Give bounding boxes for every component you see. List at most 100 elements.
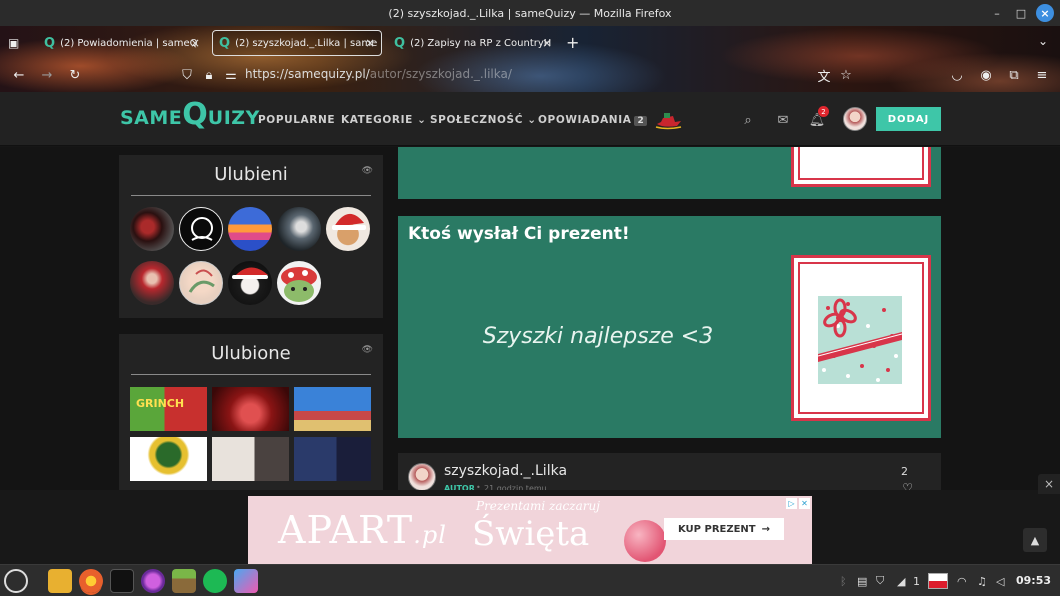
mail-icon[interactable]: ✉ [775,112,791,128]
ad-banner[interactable]: APART.pl Prezentami zaczaruj Święta KUP … [248,496,812,564]
logo-text-uizy: UIZY [207,107,260,129]
notification-icon[interactable]: ◢ [897,573,905,589]
translate-icon[interactable]: 文 [815,66,833,85]
browser-chrome: ▣ Q (2) Powiadomienia | sameQ × Q (2) sz… [0,26,1060,92]
files-icon[interactable] [48,569,72,593]
nav-community[interactable]: SPOŁECZNOŚĆ ⌄ [430,114,537,126]
close-tab-icon[interactable]: × [542,36,552,50]
volume-icon[interactable]: ◁ [996,573,1004,589]
close-tab-icon[interactable]: × [190,36,200,50]
minecraft-icon[interactable] [172,569,196,593]
eye-icon[interactable]: 👁︎ [362,166,373,176]
gift-card: Ktoś wysłał Ci prezent! Szyszki najlepsz… [398,216,941,438]
account-icon[interactable]: ◉ [977,66,995,84]
site-logo[interactable]: SAME Q UIZY [120,97,260,132]
firefox-icon[interactable] [79,569,103,593]
new-tab-icon[interactable]: + [566,33,579,52]
wifi-icon[interactable]: ◠ [957,573,967,589]
gift-frame [791,255,931,421]
favorite-quizzes-panel: Ulubione 👁︎ GRINCH [119,334,383,494]
clock: 09:53 [1016,574,1052,587]
favorite-user-avatar[interactable] [179,207,223,251]
scroll-to-top-button[interactable]: ▲ [1023,528,1047,552]
pocket-icon[interactable]: ◡ [948,66,966,84]
search-icon[interactable]: ⌕ [740,112,756,128]
terminal-icon[interactable] [110,569,134,593]
nav-popular[interactable]: POPULARNE [258,114,335,126]
mint-menu-icon[interactable] [4,569,28,593]
christmas-bauble-icon [624,520,666,562]
favorite-user-avatar[interactable] [228,261,272,305]
gift-frame [791,147,931,187]
ad-choices[interactable]: ▷ ✕ [786,498,810,509]
tab-rp-signup[interactable]: Q (2) Zapisy na RP z CountryH × [388,30,558,56]
quiz-thumbnail[interactable] [130,437,207,481]
ad-brand-suffix: .pl [413,521,447,549]
window-title: (2) szyszkojad._.Lilka | sameQuizy — Moz… [388,6,672,20]
tab-label: (2) Powiadomienia | sameQ [60,37,198,49]
ad-info-icon[interactable]: ▷ [786,498,797,509]
update-shield-icon[interactable]: ⛉ [876,573,884,589]
comment-author-name[interactable]: szyszkojad._.Lilka [444,463,567,479]
extensions-icon[interactable]: ⧉ [1005,66,1023,84]
permissions-icon[interactable]: ⚌ [222,66,240,84]
quiz-thumbnail[interactable] [294,437,371,481]
workspace-count: 1 [913,574,920,588]
minimize-button[interactable]: – [988,4,1006,22]
paint-icon[interactable] [234,569,258,593]
lock-icon[interactable]: 🔒︎ [200,66,218,84]
favorite-user-avatar[interactable] [326,207,370,251]
music-icon[interactable]: ♫ [977,573,987,589]
add-button[interactable]: DODAJ [876,107,941,131]
list-all-tabs-icon[interactable]: ⌄ [1038,34,1048,48]
ad-cta-button[interactable]: KUP PREZENT → [664,518,784,540]
reload-icon[interactable]: ↻ [66,66,84,84]
quiz-thumbnail[interactable] [212,387,289,431]
back-arrow-icon[interactable]: ← [10,66,28,84]
close-tab-icon[interactable]: × [365,36,375,50]
quiz-thumbnail[interactable] [294,387,371,431]
spotify-icon[interactable] [203,569,227,593]
shield-icon[interactable]: ⛉ [178,66,196,84]
logo-text-same: SAME [120,107,183,129]
nav-toolbar: ← → ↻ ⛉ 🔒︎ ⚌ https://samequizy.pl/autor/… [0,60,1060,90]
game-icon[interactable] [141,569,165,593]
user-avatar[interactable] [843,107,867,131]
favorite-user-avatar[interactable] [130,261,174,305]
favorite-user-avatar[interactable] [130,207,174,251]
ad-headline: Święta [472,514,590,554]
eye-icon[interactable]: 👁︎ [362,345,373,355]
nav-stories[interactable]: OPOWIADANIA 2 [538,114,648,126]
url-host: https://samequizy.pl/ [245,67,370,81]
ad-brand: APART.pl [278,508,447,552]
tab-profile[interactable]: Q (2) szyszkojad._.Lilka | same × [212,30,382,56]
ad-close-icon[interactable]: ✕ [799,498,810,509]
clipboard-icon[interactable]: ▤ [857,573,867,589]
window-titlebar: (2) szyszkojad._.Lilka | sameQuizy — Moz… [0,0,1060,26]
maximize-button[interactable]: □ [1012,4,1030,22]
quiz-thumbnail[interactable]: GRINCH [130,387,207,431]
gift-present-icon[interactable] [818,296,902,384]
tab-list-icon[interactable]: ▣ [8,36,24,50]
favorite-user-avatar[interactable] [179,261,223,305]
nav-categories[interactable]: KATEGORIE ⌄ [341,114,427,126]
favorite-user-avatar[interactable] [228,207,272,251]
bluetooth-icon[interactable]: ᛒ [840,573,847,589]
favorite-user-avatar[interactable] [277,207,321,251]
forward-arrow-icon[interactable]: → [38,66,56,84]
logo-text-q: Q [182,97,208,132]
tab-notifications[interactable]: Q (2) Powiadomienia | sameQ × [38,30,206,56]
bookmark-star-icon[interactable]: ☆ [837,66,855,84]
sleigh-icon[interactable] [655,112,683,130]
quiz-thumbnail[interactable] [212,437,289,481]
poland-flag-icon[interactable] [928,573,948,589]
close-icon[interactable]: × [1038,474,1060,494]
favorite-user-avatar[interactable] [277,261,321,305]
url-bar[interactable]: https://samequizy.pl/autor/szyszkojad._.… [245,67,512,81]
close-window-button[interactable]: × [1036,4,1054,22]
tab-label: (2) szyszkojad._.Lilka | same [235,37,378,49]
menu-icon[interactable]: ≡ [1033,66,1051,84]
comment-author-avatar[interactable] [408,463,436,491]
favorite-quizzes-title: Ulubione [211,343,291,364]
divider [131,374,371,375]
